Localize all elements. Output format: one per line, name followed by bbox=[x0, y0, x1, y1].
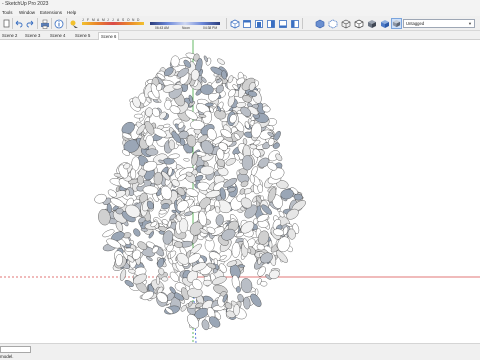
menu-item-extensions[interactable]: Extensions bbox=[40, 9, 62, 16]
undo-icon[interactable] bbox=[13, 18, 24, 29]
toolbar-separator bbox=[226, 18, 227, 29]
leaf-face bbox=[137, 175, 144, 185]
leaf-face bbox=[241, 155, 253, 171]
back-view-icon[interactable] bbox=[277, 18, 288, 29]
status-text: model. bbox=[0, 354, 14, 359]
leaf-face bbox=[125, 189, 130, 197]
toolbar-separator bbox=[51, 18, 52, 29]
toolbar-separator bbox=[66, 18, 67, 29]
leaf-face bbox=[167, 252, 171, 260]
leaf-face bbox=[179, 218, 189, 234]
wireframe-style-icon[interactable] bbox=[340, 18, 351, 29]
scene-tabs: Scene 2 Scene 3 Scene 4 Scene 5 Scene 6 bbox=[0, 31, 480, 40]
leaf-face bbox=[183, 158, 190, 162]
time-end-label: 04:38 PM bbox=[203, 26, 218, 30]
tag-select-value: Untagged bbox=[406, 21, 425, 26]
leaf-face bbox=[161, 276, 169, 282]
status-icon-panel[interactable] bbox=[0, 346, 31, 353]
shadow-time-slider[interactable] bbox=[150, 22, 220, 25]
print-icon[interactable] bbox=[39, 18, 50, 29]
iso-view-icon[interactable] bbox=[229, 18, 240, 29]
leaf-face bbox=[133, 228, 141, 237]
model-info-icon[interactable] bbox=[53, 18, 64, 29]
leaf-face bbox=[235, 286, 241, 293]
time-start-label: 06:43 AM bbox=[155, 26, 169, 30]
redo-icon[interactable] bbox=[25, 18, 36, 29]
leaf-face bbox=[268, 240, 273, 249]
model-viewport[interactable] bbox=[0, 40, 480, 344]
time-noon-label: Noon bbox=[182, 26, 190, 30]
top-view-icon[interactable] bbox=[241, 18, 252, 29]
leaf-face bbox=[172, 84, 182, 90]
menu-item-tools[interactable]: Tools bbox=[2, 9, 13, 16]
leaf-face bbox=[184, 211, 193, 217]
new-file-icon[interactable] bbox=[1, 18, 12, 29]
bush-model[interactable] bbox=[93, 52, 307, 331]
tab-scene-4[interactable]: Scene 4 bbox=[48, 32, 67, 40]
hidden-line-style-icon[interactable] bbox=[353, 18, 364, 29]
status-bar: model. bbox=[0, 343, 480, 360]
scene-canvas[interactable] bbox=[0, 40, 480, 344]
front-view-icon[interactable] bbox=[253, 18, 264, 29]
shadows-toggle-icon[interactable] bbox=[68, 18, 79, 29]
title-bar: - SketchUp Pro 2023 bbox=[0, 0, 480, 9]
tab-scene-2[interactable]: Scene 2 bbox=[0, 32, 19, 40]
main-toolbar: J F M A M J J A S O N D 06:43 AM Noon 04… bbox=[0, 16, 480, 31]
leaf-face bbox=[169, 271, 179, 282]
shadow-date-slider[interactable] bbox=[82, 22, 144, 25]
leaf-face bbox=[168, 153, 180, 160]
leaf-face bbox=[200, 165, 215, 176]
shaded-style-icon[interactable] bbox=[366, 18, 377, 29]
leaf-face bbox=[231, 242, 241, 258]
toolbar-separator bbox=[302, 18, 303, 29]
menu-item-help[interactable]: Help bbox=[67, 9, 76, 16]
leaf-face bbox=[238, 264, 246, 268]
chevron-down-icon: ▼ bbox=[468, 21, 472, 26]
leaf-face bbox=[205, 102, 214, 107]
leaf-face bbox=[293, 193, 303, 201]
toolbar-separator bbox=[37, 18, 38, 29]
back-edges-style-icon[interactable] bbox=[327, 18, 338, 29]
leaf-face bbox=[163, 123, 171, 128]
monochrome-style-icon[interactable] bbox=[391, 18, 402, 29]
xray-style-icon[interactable] bbox=[314, 18, 325, 29]
app-title: - SketchUp Pro 2023 bbox=[2, 1, 49, 7]
leaf-face bbox=[202, 279, 212, 286]
shaded-textures-style-icon[interactable] bbox=[379, 18, 390, 29]
tag-select[interactable]: Untagged ▼ bbox=[403, 19, 475, 28]
leaf-face bbox=[168, 139, 175, 150]
leaf-face bbox=[125, 247, 134, 252]
tab-scene-6[interactable]: Scene 6 bbox=[98, 32, 120, 40]
tab-scene-3[interactable]: Scene 3 bbox=[23, 32, 42, 40]
menu-item-window[interactable]: Window bbox=[19, 9, 35, 16]
leaf-face bbox=[119, 269, 127, 281]
leaf-face bbox=[145, 148, 159, 156]
leaf-face bbox=[254, 288, 259, 296]
tab-scene-5[interactable]: Scene 5 bbox=[73, 32, 92, 40]
menu-bar: Tools Window Extensions Help bbox=[0, 9, 480, 16]
right-view-icon[interactable] bbox=[265, 18, 276, 29]
leaf-face bbox=[217, 58, 225, 65]
leaf-face bbox=[133, 113, 144, 119]
left-view-icon[interactable] bbox=[289, 18, 300, 29]
